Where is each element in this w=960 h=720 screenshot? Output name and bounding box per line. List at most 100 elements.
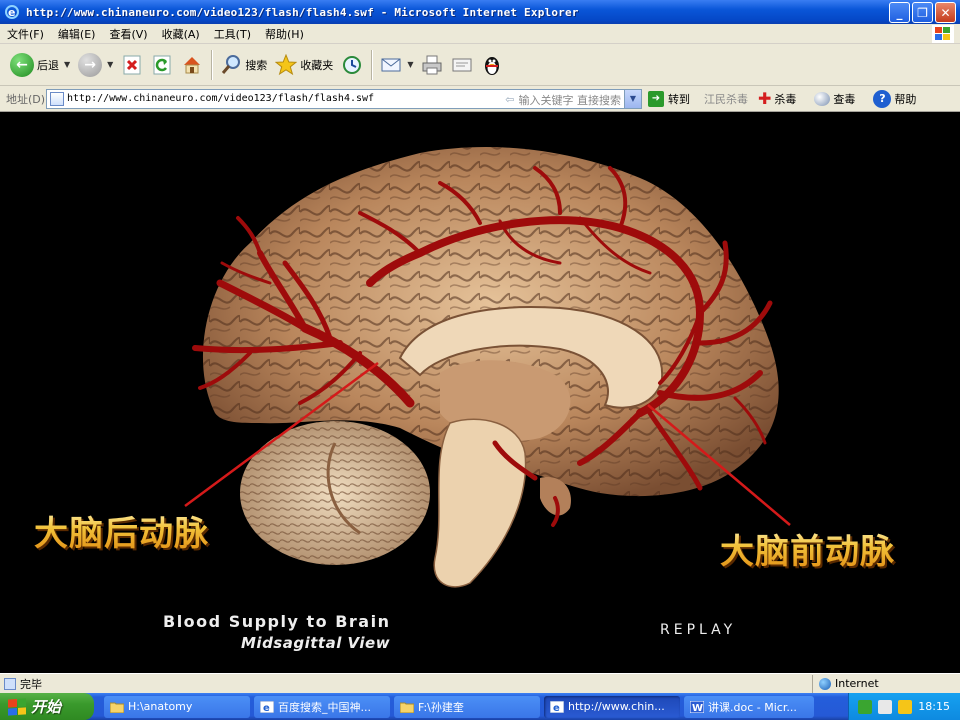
messenger-button[interactable] bbox=[477, 48, 507, 82]
help-link[interactable]: ? 帮助 bbox=[873, 89, 916, 108]
menu-edit[interactable]: 编辑(E) bbox=[51, 26, 103, 42]
toolbar: ← 后退 ▼ → ▼ 搜索 收藏夹 ▼ bbox=[0, 44, 960, 86]
caption-view: Midsagittal View bbox=[241, 634, 391, 652]
minimize-button[interactable]: _ bbox=[889, 2, 910, 23]
taskbar: 开始 H:\anatomy e 百度搜索_中国神... F:\孙建奎 e htt… bbox=[0, 693, 960, 720]
chevron-down-icon[interactable]: ▼ bbox=[407, 60, 413, 69]
svg-text:e: e bbox=[553, 703, 560, 713]
flash-content[interactable]: 大脑后动脉 大脑后动脉 大脑前动脉 大脑前动脉 Blood Supply to … bbox=[0, 113, 960, 673]
back-button[interactable]: ← 后退 ▼ bbox=[6, 48, 74, 82]
svg-text:W: W bbox=[692, 703, 703, 713]
taskbar-item-label: F:\孙建奎 bbox=[418, 700, 464, 714]
start-button[interactable]: 开始 bbox=[0, 693, 94, 720]
jiangmin-label: 江民杀毒 bbox=[704, 92, 748, 106]
address-bar: 地址(D) http://www.chinaneuro.com/video123… bbox=[0, 86, 960, 112]
toolbar-separator bbox=[371, 49, 373, 80]
menu-tools[interactable]: 工具(T) bbox=[207, 26, 258, 42]
qq-penguin-icon bbox=[481, 54, 503, 76]
close-button[interactable]: ✕ bbox=[935, 2, 956, 23]
mail-button[interactable]: ▼ bbox=[376, 48, 417, 82]
taskbar-item[interactable]: e 百度搜索_中国神... bbox=[254, 695, 390, 718]
home-button[interactable] bbox=[177, 48, 207, 82]
history-icon bbox=[341, 54, 363, 76]
taskbar-item[interactable]: F:\孙建奎 bbox=[394, 695, 540, 718]
favorites-button[interactable]: 收藏夹 bbox=[271, 48, 337, 82]
forward-arrow-icon: → bbox=[78, 52, 103, 77]
search-icon bbox=[220, 54, 242, 76]
folder-icon bbox=[400, 702, 414, 713]
go-button[interactable]: ➜ 转到 bbox=[648, 90, 690, 107]
menu-file[interactable]: 文件(F) bbox=[0, 26, 51, 42]
taskbar-item-label: 讲课.doc - Micr... bbox=[708, 700, 797, 714]
windows-logo-icon bbox=[8, 697, 26, 716]
antivirus-label: 杀毒 bbox=[774, 92, 797, 106]
jiangmin-link[interactable]: 江民杀毒 bbox=[704, 91, 748, 107]
brain-illustration bbox=[184, 147, 791, 588]
address-url[interactable]: http://www.chinaneuro.com/video123/flash… bbox=[67, 93, 374, 104]
folder-icon bbox=[110, 702, 124, 713]
back-arrow-icon: ⇦ bbox=[505, 93, 515, 106]
edit-button[interactable] bbox=[447, 48, 477, 82]
menu-favorites[interactable]: 收藏(A) bbox=[155, 26, 207, 42]
system-tray: 18:15 bbox=[848, 693, 960, 720]
chevron-down-icon[interactable]: ▼ bbox=[624, 89, 641, 108]
home-icon bbox=[181, 54, 203, 76]
edit-document-icon bbox=[451, 54, 473, 76]
stop-button[interactable] bbox=[117, 48, 147, 82]
taskbar-item-label: 百度搜索_中国神... bbox=[278, 700, 371, 714]
caption-title: Blood Supply to Brain bbox=[163, 612, 391, 631]
taskbar-item-label: H:\anatomy bbox=[128, 700, 193, 713]
taskbar-item[interactable]: H:\anatomy bbox=[104, 695, 250, 718]
forward-button[interactable]: → ▼ bbox=[74, 48, 117, 82]
svg-text:e: e bbox=[263, 703, 270, 713]
brainstem-shape bbox=[433, 418, 527, 588]
start-label: 开始 bbox=[31, 698, 62, 716]
status-bar: 完毕 Internet bbox=[0, 673, 960, 693]
scan-link[interactable]: 查毒 bbox=[814, 91, 855, 107]
antivirus-link[interactable]: ✚ 杀毒 bbox=[758, 89, 796, 108]
refresh-button[interactable] bbox=[147, 48, 177, 82]
menu-help[interactable]: 帮助(H) bbox=[258, 26, 311, 42]
chevron-down-icon[interactable]: ▼ bbox=[107, 60, 113, 69]
taskbar-item-active[interactable]: e http://www.chin... bbox=[544, 695, 680, 718]
pen-icon[interactable] bbox=[878, 699, 893, 714]
security-zone: Internet bbox=[812, 674, 960, 693]
status-text: 完毕 bbox=[20, 677, 42, 691]
page-icon bbox=[50, 91, 64, 106]
zone-label: Internet bbox=[835, 677, 879, 690]
red-cross-icon: ✚ bbox=[758, 89, 772, 108]
scan-label: 查毒 bbox=[833, 92, 856, 106]
title-bar: e http://www.chinaneuro.com/video123/fla… bbox=[0, 0, 960, 24]
go-label: 转到 bbox=[668, 92, 690, 106]
clock[interactable]: 18:15 bbox=[918, 700, 950, 713]
print-button[interactable] bbox=[417, 48, 447, 82]
chevron-down-icon[interactable]: ▼ bbox=[64, 60, 70, 69]
maximize-button[interactable]: ❐ bbox=[912, 2, 933, 23]
ie-icon: e bbox=[550, 700, 564, 713]
speaker-icon[interactable] bbox=[898, 699, 913, 714]
search-hint-text: 输入关键字 直接搜索 bbox=[518, 93, 622, 107]
help-icon: ? bbox=[873, 89, 892, 108]
toolbar-separator bbox=[211, 49, 213, 80]
history-button[interactable] bbox=[337, 48, 367, 82]
mail-icon bbox=[380, 54, 402, 76]
replay-button[interactable]: REPLAY bbox=[660, 622, 736, 638]
favorites-label: 收藏夹 bbox=[300, 58, 334, 72]
anterior-cerebral-artery-label: 大脑前动脉 bbox=[720, 524, 895, 573]
network-icon[interactable] bbox=[858, 699, 873, 714]
menu-bar: 文件(F) 编辑(E) 查看(V) 收藏(A) 工具(T) 帮助(H) bbox=[0, 24, 960, 44]
address-input[interactable]: http://www.chinaneuro.com/video123/flash… bbox=[46, 88, 642, 109]
address-search-hint: ⇦ 输入关键字 直接搜索 bbox=[505, 92, 621, 108]
taskbar-item[interactable]: W 讲课.doc - Micr... bbox=[684, 695, 814, 718]
ie-icon: e bbox=[260, 700, 274, 713]
svg-text:e: e bbox=[8, 6, 15, 19]
word-icon: W bbox=[690, 700, 704, 713]
star-icon bbox=[275, 53, 298, 76]
search-button[interactable]: 搜索 bbox=[216, 48, 271, 82]
globe-icon bbox=[819, 677, 831, 690]
menu-view[interactable]: 查看(V) bbox=[102, 26, 154, 42]
printer-icon bbox=[421, 54, 443, 76]
stop-icon bbox=[121, 54, 143, 76]
scan-icon bbox=[814, 91, 831, 106]
back-arrow-icon: ← bbox=[10, 52, 34, 77]
